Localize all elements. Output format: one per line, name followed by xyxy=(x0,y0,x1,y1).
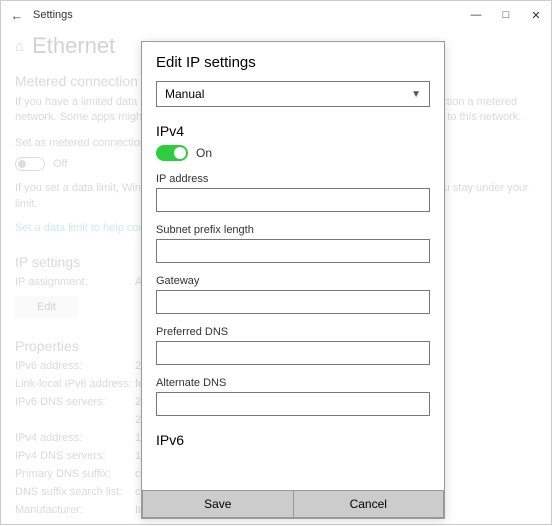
save-button[interactable]: Save xyxy=(142,490,294,518)
edit-ip-dialog: Edit IP settings Manual ▼ IPv4 On IP add… xyxy=(141,41,445,519)
close-button[interactable]: ✕ xyxy=(521,1,551,29)
subnet-prefix-label: Subnet prefix length xyxy=(156,224,430,236)
gateway-input[interactable] xyxy=(156,290,430,314)
cancel-button[interactable]: Cancel xyxy=(294,490,445,518)
back-button[interactable]: ← xyxy=(7,8,27,23)
alternate-dns-input[interactable] xyxy=(156,392,430,416)
chevron-down-icon: ▼ xyxy=(411,89,421,100)
alternate-dns-label: Alternate DNS xyxy=(156,377,430,389)
ipv6-heading: IPv6 xyxy=(156,432,430,448)
ipv4-toggle-state: On xyxy=(196,146,212,160)
preferred-dns-label: Preferred DNS xyxy=(156,326,430,338)
preferred-dns-input[interactable] xyxy=(156,341,430,365)
mode-dropdown[interactable]: Manual ▼ xyxy=(156,81,430,107)
minimize-button[interactable]: — xyxy=(461,1,491,29)
gateway-label: Gateway xyxy=(156,275,430,287)
mode-value: Manual xyxy=(165,87,204,101)
titlebar: ← Settings — □ ✕ xyxy=(1,1,551,29)
ipv4-heading: IPv4 xyxy=(156,123,430,139)
ipv4-toggle[interactable] xyxy=(156,145,188,161)
window-title: Settings xyxy=(33,9,73,21)
ip-address-label: IP address xyxy=(156,173,430,185)
subnet-prefix-input[interactable] xyxy=(156,239,430,263)
maximize-button[interactable]: □ xyxy=(491,1,521,29)
dialog-title: Edit IP settings xyxy=(156,54,430,71)
ip-address-input[interactable] xyxy=(156,188,430,212)
